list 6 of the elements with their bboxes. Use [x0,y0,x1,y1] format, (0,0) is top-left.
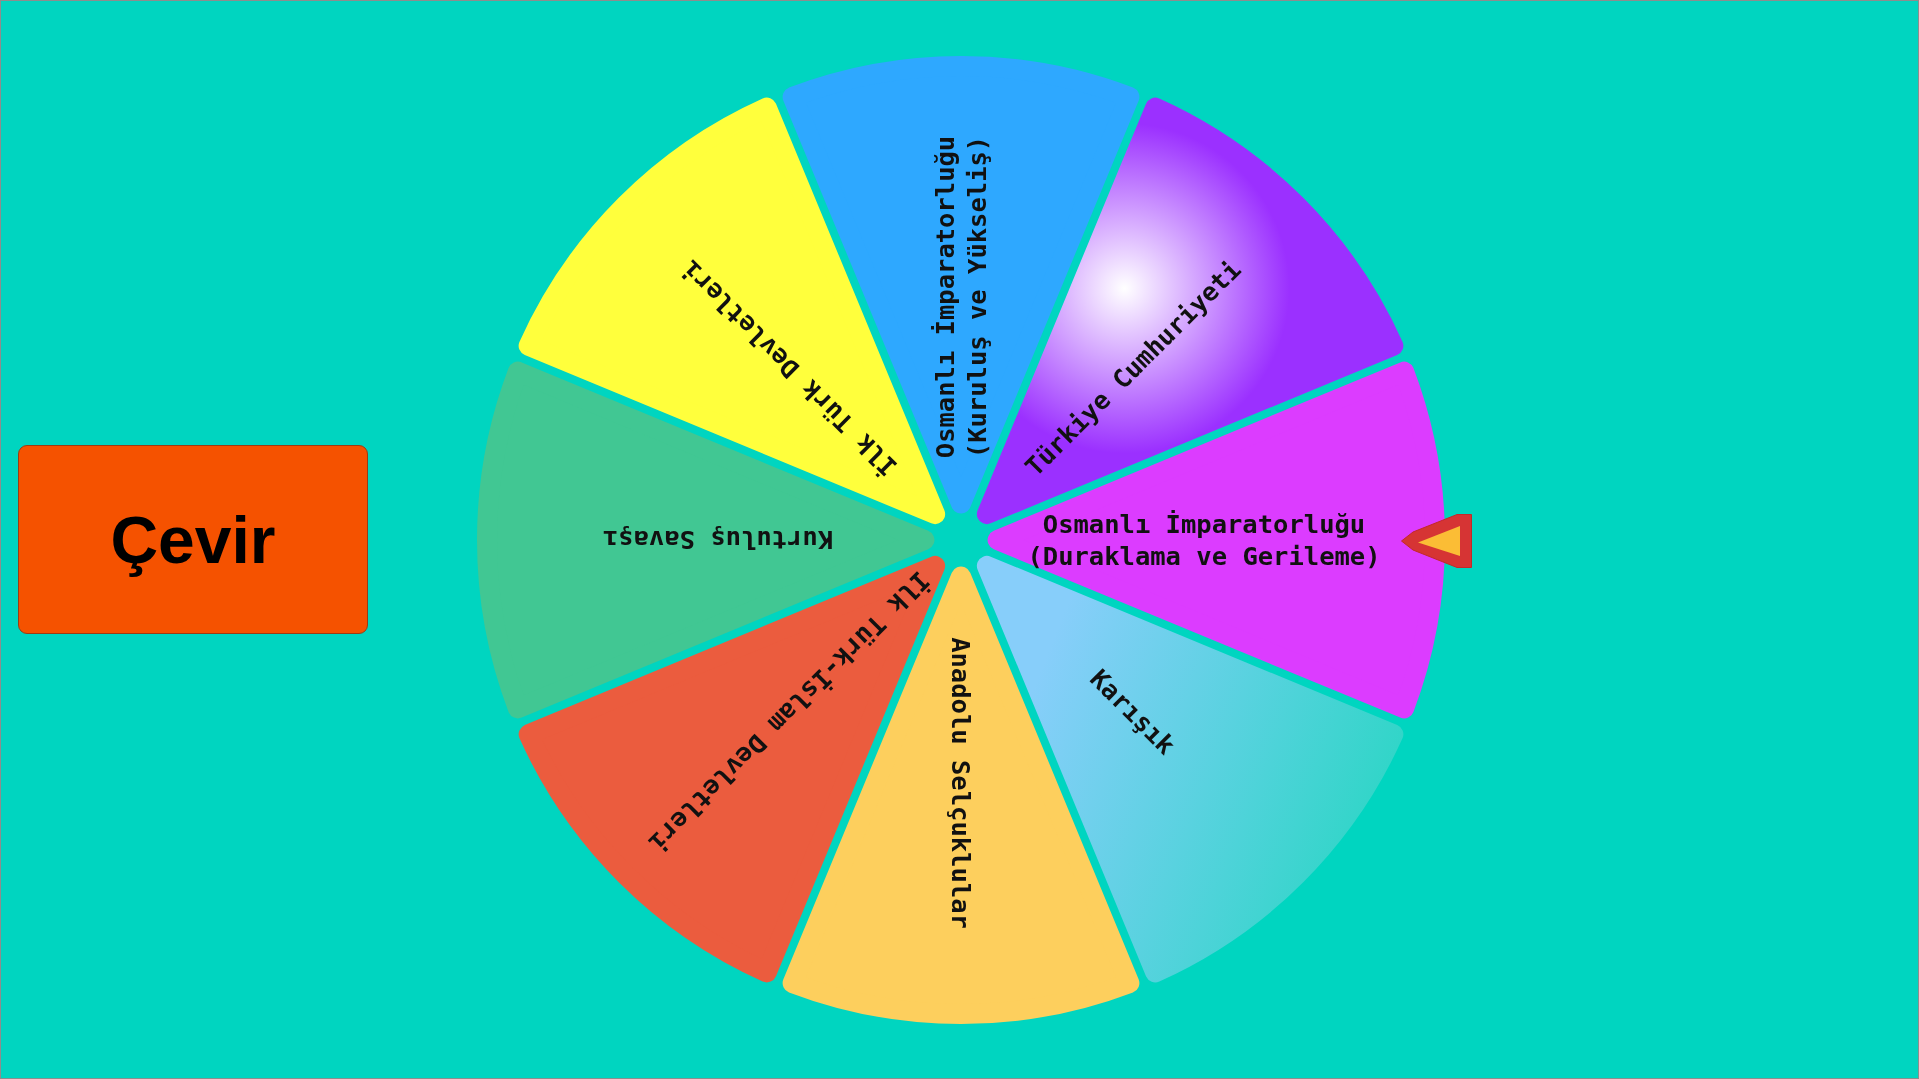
segment-label: Kurtuluş Savaşı [602,523,834,556]
segment-label: Osmanlı İmparatorluğu (Duraklama ve Gerileme) [1027,507,1381,572]
pointer-icon [1401,513,1472,568]
segment-label: Anadolu Selçuklular [945,636,977,929]
segment-label: Osmanlı İmparatorluğu (Kuruluş ve Yükseliş) [929,135,993,458]
spin-button[interactable]: Çevir [18,445,368,634]
